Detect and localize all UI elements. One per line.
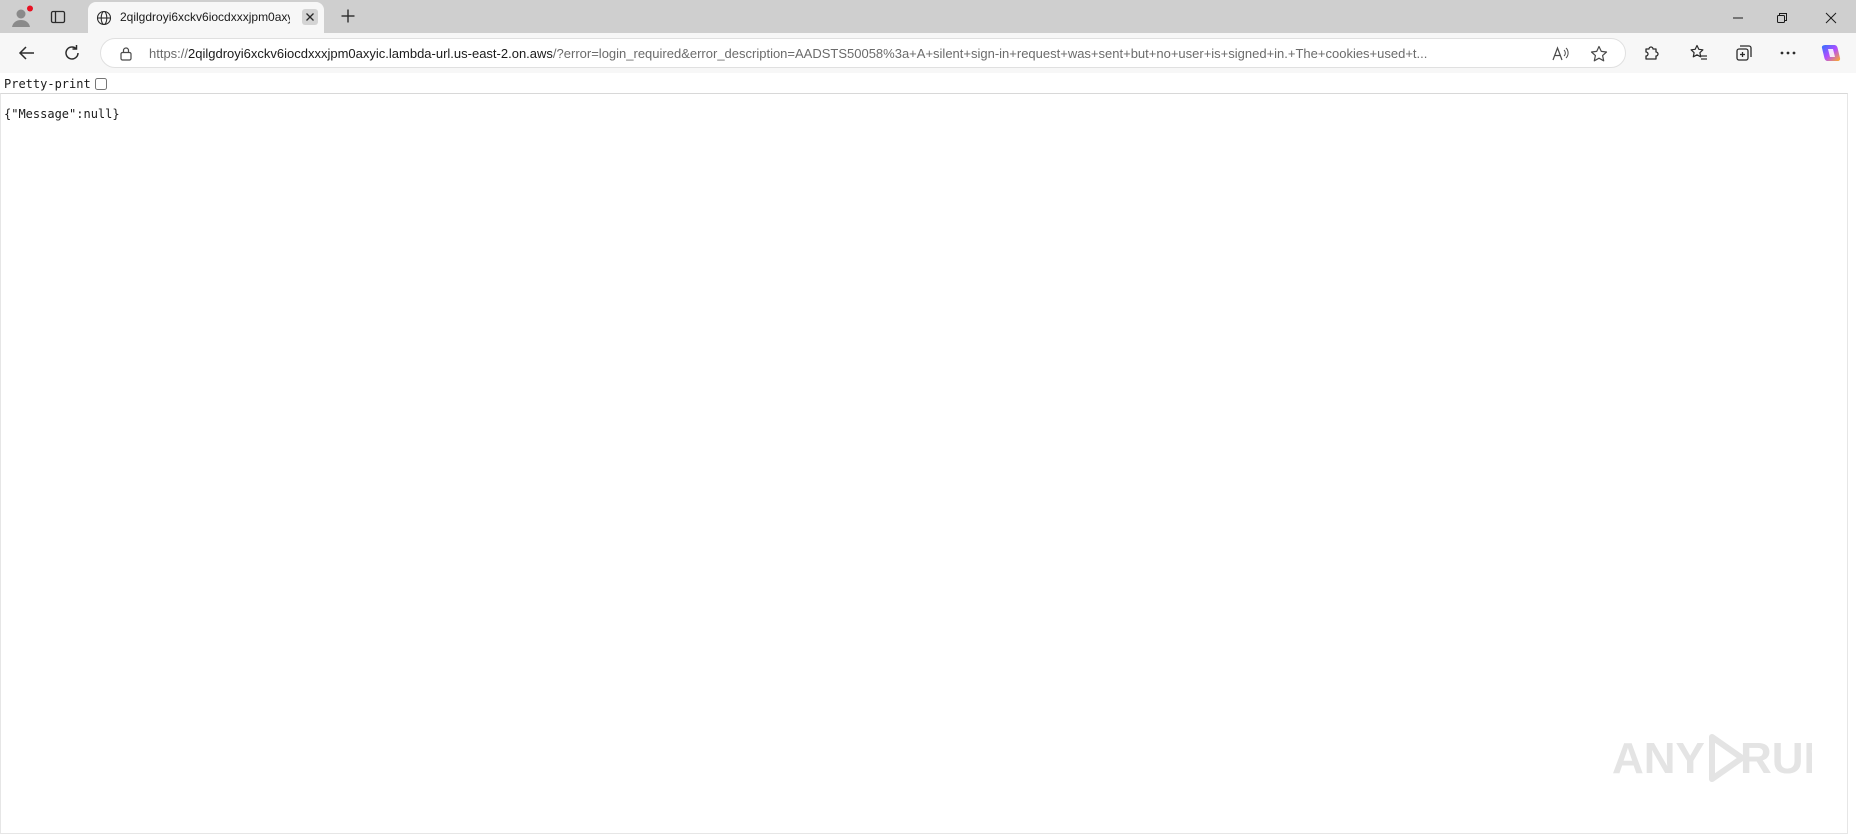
tab-close-button[interactable]	[302, 9, 318, 25]
close-window-button[interactable]	[1824, 10, 1838, 24]
refresh-icon	[65, 45, 79, 60]
refresh-button[interactable]	[62, 43, 82, 63]
tab-strip: 2qilgdroyi6xckv6iocdxxxjpm0axyic.lambda-…	[0, 0, 1856, 33]
ellipsis-icon	[1780, 51, 1796, 55]
puzzle-icon	[1645, 46, 1659, 60]
url-path: /?error=login_required&error_description…	[552, 46, 1428, 61]
copilot-icon	[1821, 45, 1841, 61]
pretty-print-control: Pretty-print	[4, 77, 107, 91]
favorites-list-icon	[1690, 44, 1707, 60]
url-text[interactable]: https://2qilgdroyi6xckv6iocdxxxjpm0axyic…	[149, 46, 1545, 62]
minimize-icon	[1733, 17, 1743, 19]
watermark-logo: ANY RUN	[1612, 727, 1835, 789]
profile-avatar-icon[interactable]	[10, 5, 34, 29]
new-tab-button[interactable]	[340, 8, 356, 24]
copilot-button[interactable]	[1820, 42, 1842, 64]
pretty-print-checkbox[interactable]	[94, 78, 107, 90]
json-viewer-frame	[0, 93, 1848, 834]
json-body: {"Message":null}	[4, 107, 120, 121]
collections-button[interactable]	[1734, 43, 1754, 63]
collections-icon	[1736, 45, 1752, 61]
restore-button[interactable]	[1775, 10, 1789, 24]
pretty-print-label: Pretty-print	[4, 77, 91, 91]
back-button[interactable]	[17, 43, 37, 63]
address-bar[interactable]: https://2qilgdroyi6xckv6iocdxxxjpm0axyic…	[100, 38, 1626, 68]
close-icon	[1825, 12, 1837, 24]
browser-toolbar: https://2qilgdroyi6xckv6iocdxxxjpm0axyic…	[0, 33, 1856, 73]
url-host: 2qilgdroyi6xckv6iocdxxxjpm0axyic.lambda-…	[188, 46, 553, 61]
tab-actions-icon[interactable]	[50, 9, 66, 25]
lock-icon[interactable]	[119, 46, 133, 61]
page-content: Pretty-print {"Message":null} ANY RUN	[0, 73, 1856, 838]
tab-title: 2qilgdroyi6xckv6iocdxxxjpm0axyic.lambda-…	[120, 10, 290, 24]
minimize-button[interactable]	[1731, 10, 1745, 24]
plus-icon	[341, 9, 355, 23]
back-arrow-icon	[18, 46, 34, 60]
favorites-button[interactable]	[1689, 43, 1709, 63]
url-scheme: https://	[149, 46, 189, 61]
favorite-star-icon[interactable]	[1589, 44, 1609, 64]
more-menu-button[interactable]	[1778, 43, 1798, 63]
globe-icon	[96, 10, 112, 26]
read-aloud-icon[interactable]	[1551, 45, 1569, 63]
extensions-button[interactable]	[1642, 43, 1662, 63]
svg-text:ANY: ANY	[1612, 734, 1705, 783]
svg-text:RUN: RUN	[1740, 734, 1812, 783]
tab-active[interactable]: 2qilgdroyi6xckv6iocdxxxjpm0axyic.lambda-…	[88, 2, 324, 33]
restore-icon	[1777, 13, 1787, 23]
close-icon	[306, 13, 314, 21]
